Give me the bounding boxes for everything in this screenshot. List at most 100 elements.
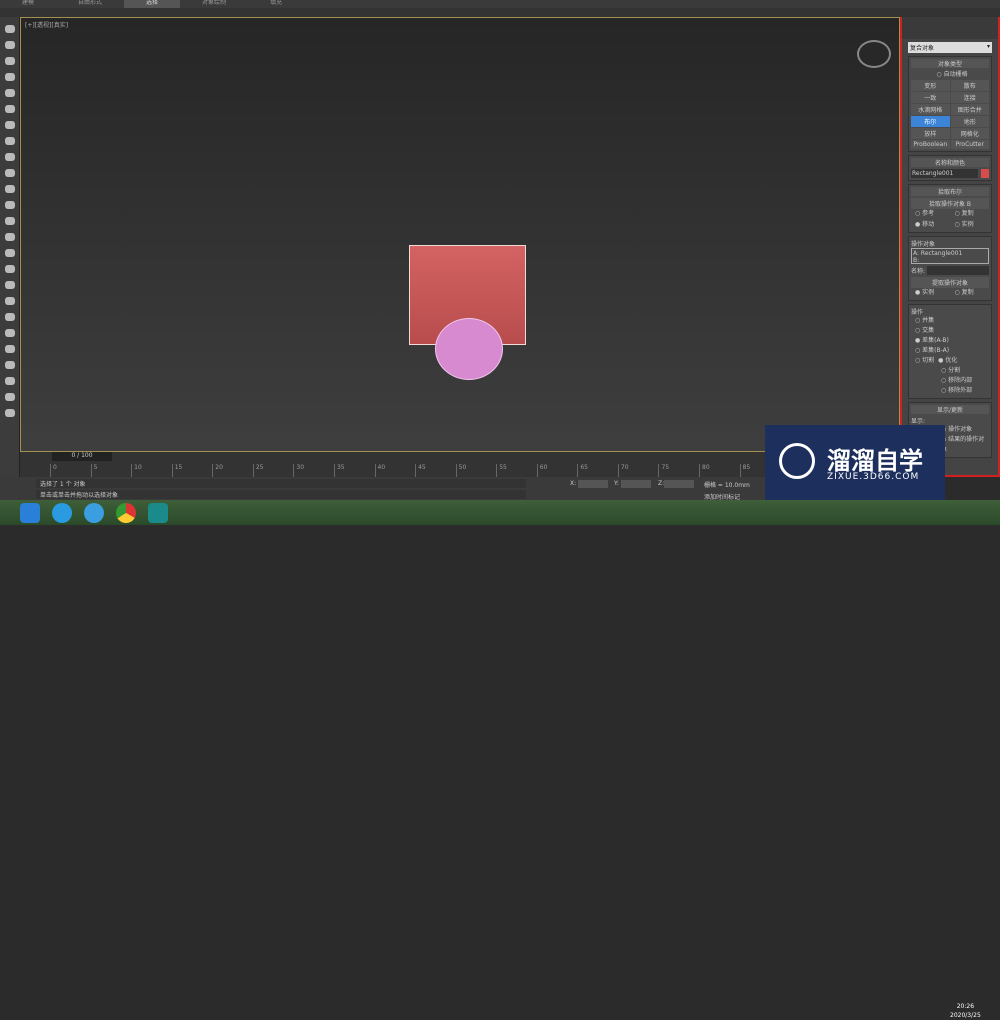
command-panel: 复合对象 ▾ 对象类型 自动栅格 变形 散布 一致 连接 水滴网格 图形合并 布尔…: [900, 17, 1000, 477]
instance-radio[interactable]: 实例: [951, 220, 990, 230]
tool-icon[interactable]: [5, 201, 15, 209]
tick-label: 45: [415, 464, 456, 477]
tool-icon[interactable]: [5, 281, 15, 289]
tool-icon[interactable]: [5, 169, 15, 177]
time-slider[interactable]: 0 / 100: [52, 452, 112, 461]
tool-icon[interactable]: [5, 361, 15, 369]
tick-label: 35: [333, 464, 375, 477]
rollout-title[interactable]: 拾取布尔: [911, 187, 989, 196]
rollout-title[interactable]: 对象类型: [911, 59, 989, 68]
tab-freeform[interactable]: 自由形式: [56, 0, 124, 8]
viewport-label[interactable]: [+][透视][真实]: [25, 20, 68, 29]
object-color-swatch[interactable]: [981, 169, 989, 178]
ribbon-strip: [0, 8, 1000, 17]
group-title: 操作: [911, 309, 924, 316]
tick-label: 75: [658, 464, 699, 477]
refine-radio[interactable]: 优化: [934, 356, 957, 366]
auto-grid-checkbox[interactable]: 自动栅格: [911, 70, 989, 80]
reference-radio[interactable]: 参考: [911, 209, 950, 219]
tool-icon[interactable]: [5, 393, 15, 401]
instance-radio[interactable]: 实例: [911, 288, 950, 298]
tool-icon[interactable]: [5, 249, 15, 257]
chrome-icon[interactable]: [116, 503, 136, 523]
union-radio[interactable]: 并集: [911, 316, 989, 326]
morph-button[interactable]: 变形: [911, 80, 950, 91]
app-icon[interactable]: [20, 503, 40, 523]
scatter-button[interactable]: 散布: [950, 80, 989, 91]
tool-icon[interactable]: [5, 345, 15, 353]
tab-populate[interactable]: 填充: [248, 0, 304, 8]
tab-object-paint[interactable]: 对象绘制: [180, 0, 248, 8]
tab-modeling[interactable]: 建模: [0, 0, 56, 8]
tool-icon[interactable]: [5, 265, 15, 273]
tool-icon[interactable]: [5, 25, 15, 33]
tool-icon[interactable]: [5, 217, 15, 225]
cut-radio[interactable]: 切割: [911, 356, 934, 366]
ie-icon[interactable]: [52, 503, 72, 523]
intersection-radio[interactable]: 交集: [911, 326, 989, 336]
copy-radio[interactable]: 复制: [951, 288, 990, 298]
operand-item[interactable]: B:: [913, 257, 987, 264]
mesher-button[interactable]: 网格化: [950, 128, 989, 139]
z-coord-input[interactable]: [664, 480, 694, 488]
display-label: 显示:: [911, 418, 926, 425]
tick-label: 60: [536, 464, 578, 477]
copy-radio[interactable]: 复制: [951, 209, 990, 219]
remove-inside-radio[interactable]: 移除内部: [911, 376, 989, 386]
tool-icon[interactable]: [5, 89, 15, 97]
conform-button[interactable]: 一致: [911, 92, 950, 103]
tool-icon[interactable]: [5, 233, 15, 241]
pick-operand-button[interactable]: 拾取操作对象 B: [911, 198, 989, 209]
ribbon-tabs: 建模 自由形式 选择 对象绘制 填充: [0, 0, 1000, 8]
tool-icon[interactable]: [5, 297, 15, 305]
tool-icon[interactable]: [5, 73, 15, 81]
terrain-button[interactable]: 地形: [950, 116, 989, 127]
proboolean-button[interactable]: ProBoolean: [911, 140, 950, 149]
loft-button[interactable]: 放样: [911, 128, 950, 139]
tool-icon[interactable]: [5, 185, 15, 193]
cloud-icon[interactable]: [84, 503, 104, 523]
rollout-title[interactable]: 名称和颜色: [911, 158, 989, 167]
move-radio[interactable]: 移动: [911, 220, 950, 230]
tool-icon[interactable]: [5, 329, 15, 337]
subtraction-ab-radio[interactable]: 差集(A-B): [911, 336, 989, 346]
tick-label: 15: [171, 464, 213, 477]
tool-icon[interactable]: [5, 41, 15, 49]
x-coord-input[interactable]: [578, 480, 608, 488]
tool-icon[interactable]: [5, 137, 15, 145]
split-radio[interactable]: 分割: [911, 366, 989, 376]
tool-icon[interactable]: [5, 377, 15, 385]
tool-icon[interactable]: [5, 57, 15, 65]
tab-selection[interactable]: 选择: [124, 0, 181, 8]
rollout-title[interactable]: 显示/更新: [911, 405, 989, 414]
viewcube-icon[interactable]: [857, 40, 891, 68]
perspective-viewport[interactable]: [+][透视][真实]: [20, 17, 900, 452]
date: 2020/3/25: [950, 1012, 981, 1019]
procutter-button[interactable]: ProCutter: [950, 140, 989, 149]
help-icon[interactable]: [5, 409, 15, 417]
remove-outside-radio[interactable]: 移除外部: [911, 386, 989, 396]
operand-name-input[interactable]: [927, 266, 989, 275]
tool-icon[interactable]: [5, 105, 15, 113]
3dsmax-icon[interactable]: [148, 503, 168, 523]
extract-operand-button[interactable]: 提取操作对象: [911, 277, 989, 288]
subtraction-ba-radio[interactable]: 差集(B-A): [911, 346, 989, 356]
blobmesh-button[interactable]: 水滴网格: [911, 104, 950, 115]
operand-list[interactable]: A: Rectangle001 B:: [911, 248, 989, 264]
track-bar[interactable]: 0 5 10 15 20 25 30 35 40 45 50 55 60 65 70 75 80 85: [50, 464, 780, 477]
operand-item[interactable]: A: Rectangle001: [913, 250, 987, 257]
clock[interactable]: 20:26 2020/3/25: [950, 1002, 981, 1020]
tool-icon[interactable]: [5, 153, 15, 161]
cylinder-object[interactable]: [435, 318, 503, 380]
tool-icon[interactable]: [5, 121, 15, 129]
object-name-input[interactable]: Rectangle001: [911, 169, 978, 178]
connect-button[interactable]: 连接: [950, 92, 989, 103]
tool-icon[interactable]: [5, 313, 15, 321]
y-coord-input[interactable]: [621, 480, 651, 488]
pick-boolean-rollout: 拾取布尔 拾取操作对象 B 参考复制移动实例: [908, 184, 992, 233]
category-dropdown[interactable]: 复合对象 ▾: [908, 42, 992, 53]
boolean-button[interactable]: 布尔: [911, 116, 950, 127]
panel-tabs[interactable]: [902, 17, 998, 39]
dropdown-value: 复合对象: [910, 45, 935, 52]
shapemerge-button[interactable]: 图形合并: [950, 104, 989, 115]
